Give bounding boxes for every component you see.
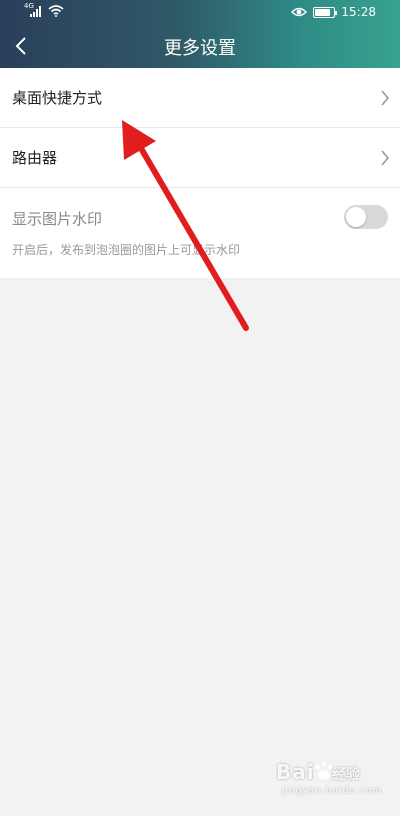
watermark-url: jingyan.baidu.com <box>282 786 383 796</box>
watermark-logo-text: Bai <box>276 760 315 784</box>
watermark-toggle[interactable] <box>344 205 388 229</box>
status-bar-right: 15:28 <box>291 5 376 19</box>
desktop-shortcut-label: 桌面快捷方式 <box>12 89 103 107</box>
page-title: 更多设置 <box>164 38 236 59</box>
router-row[interactable]: 路由器 <box>0 128 400 188</box>
watermark-setting-label: 显示图片水印 <box>12 210 103 228</box>
chevron-right-icon <box>381 90 390 106</box>
chevron-right-icon <box>381 150 390 166</box>
watermark-logo-suffix: 经验 <box>332 767 360 783</box>
eye-icon <box>291 7 308 17</box>
router-label: 路由器 <box>12 149 58 167</box>
settings-list: 桌面快捷方式 路由器 显示图片水印 开启后，发布到泡泡圈的图片上可显示水印 <box>0 68 400 278</box>
app-header: 4G 15:28 更多设置 <box>0 0 400 68</box>
watermark-setting-description: 开启后，发布到泡泡圈的图片上可显示水印 <box>12 243 241 257</box>
baidu-watermark: Bai 经验 jingyan.baidu.com <box>276 760 386 804</box>
wifi-icon <box>48 5 64 17</box>
toggle-knob <box>346 207 366 227</box>
desktop-shortcut-row[interactable]: 桌面快捷方式 <box>0 68 400 128</box>
battery-icon <box>313 6 338 18</box>
clock: 15:28 <box>341 5 376 19</box>
status-bar-left: 4G <box>24 2 64 17</box>
watermark-setting-row: 显示图片水印 开启后，发布到泡泡圈的图片上可显示水印 <box>0 188 400 278</box>
status-bar: 4G 15:28 <box>0 0 400 26</box>
signal-icon: 4G <box>24 2 42 17</box>
battery-level <box>315 8 331 16</box>
